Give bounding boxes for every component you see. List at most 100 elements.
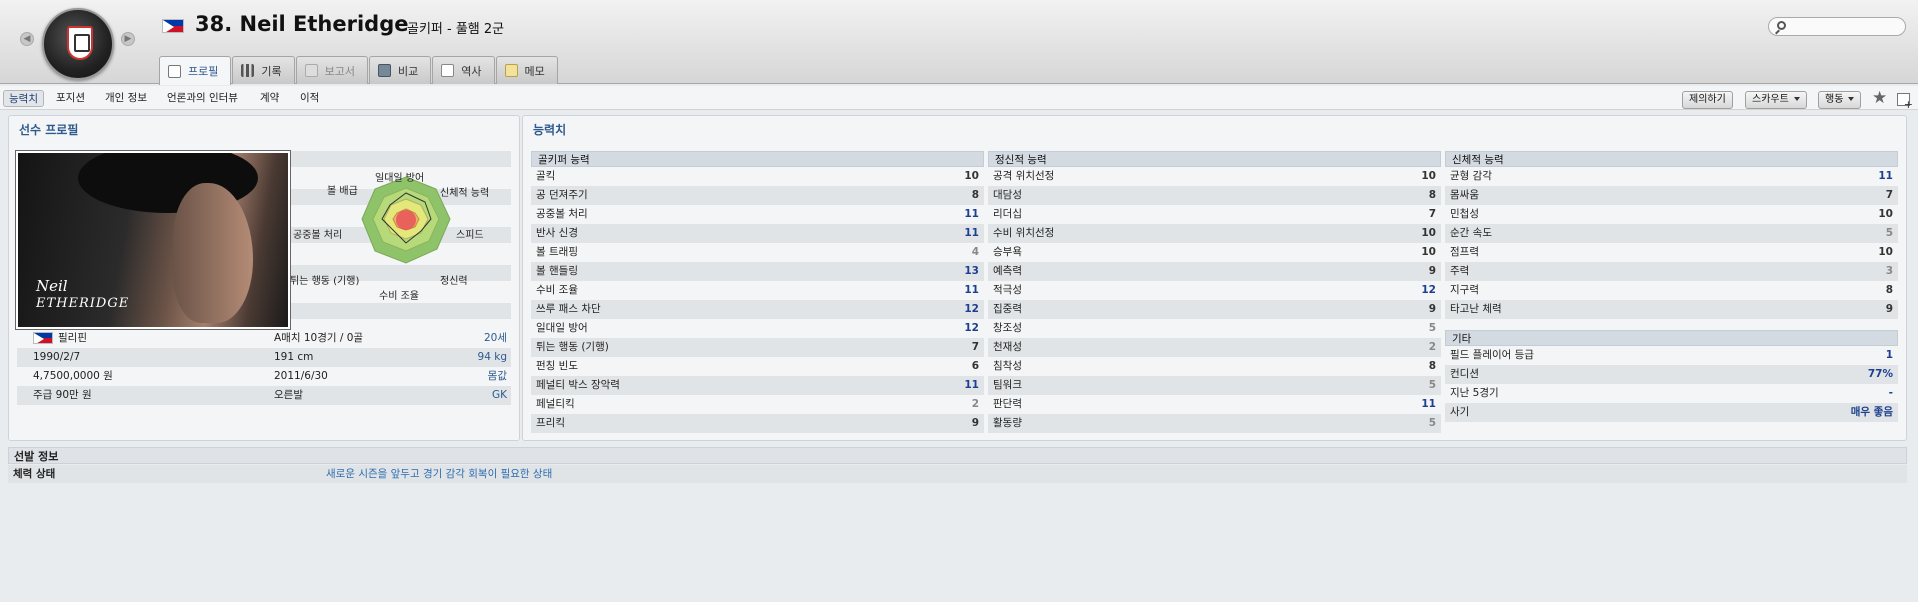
position: GK: [491, 389, 507, 401]
attribute-value: 2: [1428, 341, 1436, 353]
tab-memo[interactable]: 메모: [495, 56, 558, 84]
column-header: 신체적 능력: [1445, 151, 1898, 167]
attribute-label: 예측력: [993, 265, 1022, 277]
subnav-personal-info[interactable]: 개인 정보: [100, 90, 152, 107]
attribute-row: 몸싸움 7: [1445, 186, 1898, 205]
memo-icon: [504, 64, 518, 77]
attribute-label: 지구력: [1450, 284, 1479, 296]
attribute-row: 침착성 8: [988, 357, 1441, 376]
attribute-label: 침착성: [993, 360, 1022, 372]
attribute-row: 튀는 행동 (기행) 7: [531, 338, 984, 357]
search-input[interactable]: [1791, 19, 1901, 34]
attribute-value: 13: [964, 265, 979, 277]
wage: 주급 90만 원: [33, 389, 92, 401]
attribute-value: 8: [971, 189, 979, 201]
attribute-label: 사기: [1450, 406, 1470, 418]
birth-date: 1990/2/7: [33, 351, 81, 363]
attribute-row: 일대일 방어 12: [531, 319, 984, 338]
attribute-label: 승부욕: [993, 246, 1022, 258]
action-dropdown[interactable]: 행동: [1818, 91, 1862, 109]
radar-label-bottom-right: 정신력: [440, 276, 468, 287]
attribute-row: 펀칭 빈도 6: [531, 357, 984, 376]
player-header: ◀ ▶ 38. Neil Etheridge 골키퍼 - 풀햄 2군 프로필 기…: [0, 0, 1918, 85]
forward-arrow-icon[interactable]: ▶: [121, 32, 135, 46]
sub-navigation-bar: 능력치 포지션 개인 정보 언론과의 인터뷰 계약 이적 제의하기 스카우트 행…: [0, 86, 1918, 111]
tab-report[interactable]: 보고서: [295, 56, 368, 84]
tab-compare[interactable]: 비교: [369, 56, 432, 84]
fitness-row: 체력 상태 새로운 시즌을 앞두고 경기 감각 회복이 필요한 상태: [8, 465, 1907, 483]
attribute-value: 11: [964, 227, 979, 239]
tab-label: 비교: [398, 64, 419, 78]
attribute-row: 균형 감각 11: [1445, 167, 1898, 186]
attribute-label: 팀워크: [993, 379, 1022, 391]
attribute-row: 적극성 12: [988, 281, 1441, 300]
attribute-label: 필드 플레이어 등급: [1450, 349, 1534, 361]
scout-dropdown[interactable]: 스카우트: [1745, 91, 1807, 109]
market-value: 4,7500,0000 원: [33, 370, 113, 382]
attribute-row: 리더십 7: [988, 205, 1441, 224]
search-icon: [1777, 21, 1786, 30]
abilities-panel: 능력치 골키퍼 능력 골킥 10 공 던져주기 8 공중볼 처리 11 반사 신경 11 볼 트…: [522, 115, 1907, 441]
subnav-press-interview[interactable]: 언론과의 인터뷰: [162, 90, 243, 107]
attribute-value: 4: [971, 246, 979, 258]
attribute-label: 튀는 행동 (기행): [536, 341, 609, 353]
attribute-value: 8: [1428, 189, 1436, 201]
tab-stats[interactable]: 기록: [232, 56, 295, 84]
radar-label-top-right: 신체적 능력: [440, 188, 490, 199]
international-caps: A매치 10경기 / 0골: [274, 332, 364, 344]
attribute-label: 볼 핸들링: [536, 265, 578, 277]
radar-label-left: 공중볼 처리: [293, 230, 343, 241]
mental-rows: 공격 위치선정 10 대담성 8 리더십 7 수비 위치선정 10 승부욕 10 예측력 9 적극성 12…: [988, 167, 1441, 433]
attribute-label: 순간 속도: [1450, 227, 1492, 239]
attribute-label: 점프력: [1450, 246, 1479, 258]
selection-info: 선발 정보 체력 상태 새로운 시즌을 앞두고 경기 감각 회복이 필요한 상태: [8, 447, 1907, 485]
tab-history[interactable]: 역사: [432, 56, 495, 84]
offer-button-label: 제의하기: [1689, 94, 1726, 105]
attribute-value: 9: [1885, 303, 1893, 315]
star-icon[interactable]: ★: [1872, 89, 1887, 107]
attribute-value: 10: [1878, 208, 1893, 220]
profile-icon: [168, 64, 181, 78]
attribute-value: 9: [1428, 303, 1436, 315]
fitness-value: 새로운 시즌을 앞두고 경기 감각 회복이 필요한 상태: [326, 468, 553, 480]
subnav-abilities[interactable]: 능력치: [3, 90, 44, 107]
attribute-value: 12: [964, 322, 979, 334]
attribute-row: 점프력 10: [1445, 243, 1898, 262]
attribute-label: 주력: [1450, 265, 1470, 277]
back-arrow-icon[interactable]: ◀: [20, 32, 34, 46]
attribute-value: 12: [1421, 284, 1436, 296]
philippines-flag-icon: [162, 19, 184, 33]
club-badge-icon[interactable]: [42, 8, 114, 80]
attribute-row: 민첩성 10: [1445, 205, 1898, 224]
subnav-transfer[interactable]: 이적: [295, 90, 324, 107]
nationality-row: 필리핀 A매치 10경기 / 0골 20세: [17, 329, 511, 348]
attribute-label: 볼 트래핑: [536, 246, 578, 258]
compare-icon: [378, 64, 391, 77]
attribute-label: 공중볼 처리: [536, 208, 588, 220]
wage-row: 주급 90만 원 오른발 GK: [17, 386, 511, 405]
attribute-value: 8: [1428, 360, 1436, 372]
attribute-label: 천재성: [993, 341, 1022, 353]
attribute-value: 10: [964, 170, 979, 182]
attribute-label: 타고난 체력: [1450, 303, 1502, 315]
attribute-value: 5: [1428, 322, 1436, 334]
mental-column: 정신적 능력 공격 위치선정 10 대담성 8 리더십 7 수비 위치선정 10 승부욕 10 예측…: [988, 151, 1441, 433]
attribute-row: 사기 매우 좋음: [1445, 403, 1898, 422]
search-box[interactable]: [1768, 17, 1906, 36]
player-photo: Neil ETHERIDGE: [15, 150, 291, 330]
birth-row: 1990/2/7 191 cm 94 kg: [17, 348, 511, 367]
attribute-row: 활동량 5: [988, 414, 1441, 433]
tab-profile[interactable]: 프로필: [159, 56, 232, 85]
attribute-row: 수비 조율 11: [531, 281, 984, 300]
subnav-positions[interactable]: 포지션: [51, 90, 90, 107]
subnav-contract[interactable]: 계약: [255, 90, 284, 107]
offer-button[interactable]: 제의하기: [1682, 91, 1733, 109]
panel-title: 선수 프로필: [19, 123, 79, 137]
attribute-value: 5: [1885, 227, 1893, 239]
add-note-icon[interactable]: [1897, 93, 1913, 111]
attribute-label: 페널티킥: [536, 398, 575, 410]
attribute-value: 5: [1428, 417, 1436, 429]
attribute-row: 지구력 8: [1445, 281, 1898, 300]
radar-center-dot: [396, 210, 416, 230]
selection-header: 선발 정보: [8, 447, 1907, 464]
